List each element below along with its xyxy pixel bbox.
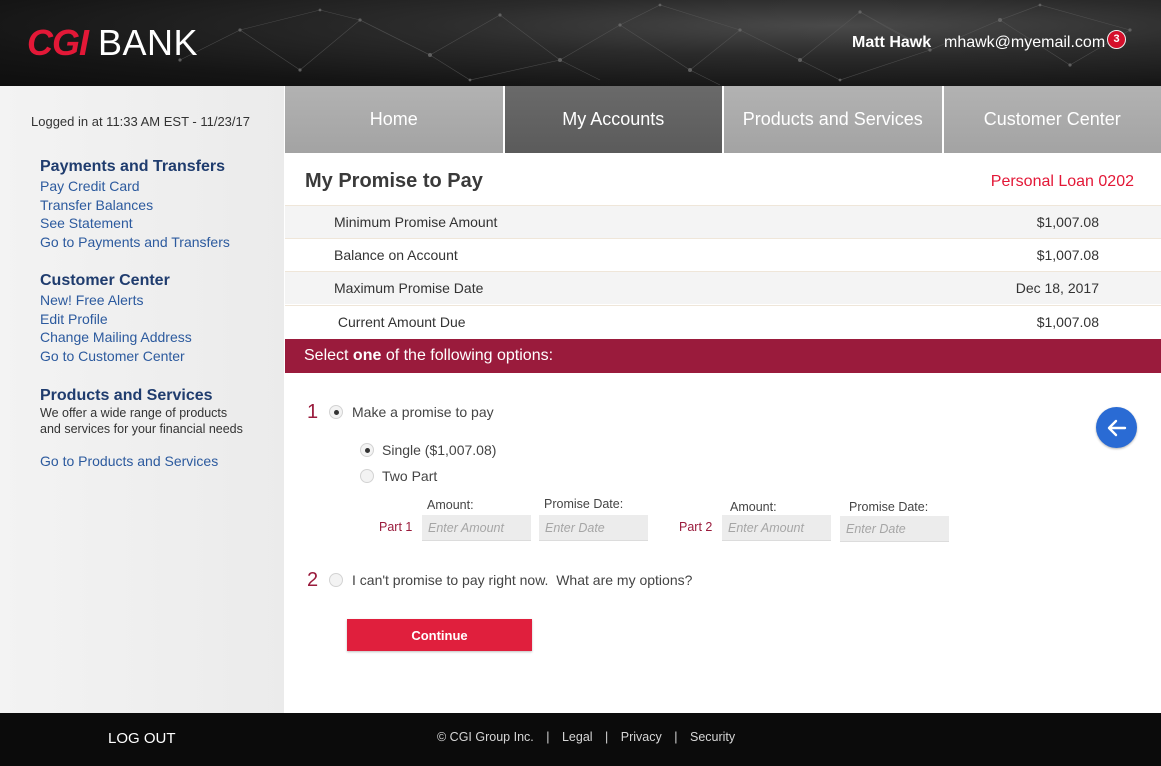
option-1-number: 1 xyxy=(307,401,319,423)
sidebar-products-description-1: We offer a wide range of products xyxy=(40,406,228,420)
footer-links: © CGI Group Inc. | Legal | Privacy | Sec… xyxy=(437,730,735,744)
info-value: $1,007.08 xyxy=(1036,247,1099,263)
two-part-label: Two Part xyxy=(382,468,438,484)
info-value: Dec 18, 2017 xyxy=(1015,280,1099,296)
option-2-number: 2 xyxy=(307,569,319,591)
info-label: Balance on Account xyxy=(334,247,458,263)
sidebar-heading-customer-center: Customer Center xyxy=(40,272,170,289)
sidebar: Logged in at 11:33 AM EST - 11/23/17 Pay… xyxy=(0,86,284,713)
part-2-label: Part 2 xyxy=(679,520,713,534)
options-bar-suffix: of the following options: xyxy=(381,347,554,364)
info-value: $1,007.08 xyxy=(1036,314,1099,330)
info-row-minimum-amount: Minimum Promise Amount $1,007.08 xyxy=(285,205,1161,238)
info-label: Current Amount Due xyxy=(334,314,466,330)
part-2-amount-input[interactable] xyxy=(722,515,831,541)
continue-button[interactable]: Continue xyxy=(347,619,532,651)
account-label: Personal Loan 0202 xyxy=(990,173,1134,190)
tab-my-accounts[interactable]: My Accounts xyxy=(504,86,722,153)
sidebar-link-see-statement[interactable]: See Statement xyxy=(40,214,230,233)
option-2-label: I can't promise to pay right now. What a… xyxy=(352,572,693,588)
footer-separator: | xyxy=(546,730,550,744)
single-payment-label: Single ($1,007.08) xyxy=(382,442,497,458)
options-bar-prefix: Select xyxy=(304,347,353,364)
part-1-date-label: Promise Date: xyxy=(544,497,624,511)
user-name: Matt Hawk xyxy=(852,34,932,51)
part-1-label: Part 1 xyxy=(379,520,413,534)
info-label: Maximum Promise Date xyxy=(334,280,484,296)
tab-products-and-services[interactable]: Products and Services xyxy=(724,86,942,153)
header: CGI BANK Matt Hawk mhawk@myemail.com 3 xyxy=(0,0,1161,86)
option-1-radio[interactable] xyxy=(329,405,343,419)
footer-link-security[interactable]: Security xyxy=(690,730,735,744)
sidebar-link-change-address[interactable]: Change Mailing Address xyxy=(40,328,192,347)
footer-separator: | xyxy=(674,730,678,744)
footer-separator: | xyxy=(605,730,609,744)
logout-button[interactable]: LOG OUT xyxy=(108,730,176,747)
sidebar-section-customer-center: Customer Center New! Free Alerts Edit Pr… xyxy=(40,271,192,365)
footer: LOG OUT © CGI Group Inc. | Legal | Priva… xyxy=(0,713,1161,766)
tab-home[interactable]: Home xyxy=(285,86,503,153)
part-1-amount-input[interactable] xyxy=(422,515,531,541)
back-button[interactable] xyxy=(1096,407,1137,448)
main-content: My Promise to Pay Personal Loan 0202 Min… xyxy=(285,153,1161,713)
footer-copyright: © CGI Group Inc. xyxy=(437,730,534,744)
single-payment-radio[interactable] xyxy=(360,443,374,457)
footer-link-legal[interactable]: Legal xyxy=(562,730,593,744)
sidebar-link-edit-profile[interactable]: Edit Profile xyxy=(40,310,192,329)
info-value: $1,007.08 xyxy=(1036,214,1099,230)
sidebar-link-free-alerts[interactable]: New! Free Alerts xyxy=(40,291,192,310)
notification-badge[interactable]: 3 xyxy=(1107,30,1126,49)
sidebar-link-go-to-products[interactable]: Go to Products and Services xyxy=(40,452,243,471)
sidebar-link-pay-credit-card[interactable]: Pay Credit Card xyxy=(40,177,230,196)
footer-link-privacy[interactable]: Privacy xyxy=(621,730,662,744)
user-email: mhawk@myemail.com xyxy=(944,34,1106,51)
sidebar-section-payments: Payments and Transfers Pay Credit Card T… xyxy=(40,157,230,251)
info-row-current-due: Current Amount Due $1,007.08 xyxy=(285,305,1161,338)
part-1-date-input[interactable] xyxy=(539,515,648,541)
logo-primary: CGI xyxy=(27,22,89,63)
option-2-radio[interactable] xyxy=(329,573,343,587)
sidebar-heading-products: Products and Services xyxy=(40,387,213,404)
tab-customer-center[interactable]: Customer Center xyxy=(943,86,1161,153)
options-bar: Select one of the following options: xyxy=(285,339,1161,373)
info-row-balance: Balance on Account $1,007.08 xyxy=(285,238,1161,271)
part-1-amount-label: Amount: xyxy=(427,498,474,512)
sidebar-products-description-2: and services for your financial needs xyxy=(40,421,243,436)
info-row-maximum-date: Maximum Promise Date Dec 18, 2017 xyxy=(285,271,1161,304)
part-2-amount-label: Amount: xyxy=(730,500,777,514)
info-label: Minimum Promise Amount xyxy=(334,214,498,230)
options-bar-emphasis: one xyxy=(352,347,382,364)
logged-in-status: Logged in at 11:33 AM EST - 11/23/17 xyxy=(31,114,250,129)
sidebar-link-transfer-balances[interactable]: Transfer Balances xyxy=(40,196,230,215)
bank-logo[interactable]: CGI BANK xyxy=(27,20,198,66)
sidebar-link-go-to-payments[interactable]: Go to Payments and Transfers xyxy=(40,233,230,252)
two-part-radio[interactable] xyxy=(360,469,374,483)
sidebar-heading-payments: Payments and Transfers xyxy=(40,158,225,175)
logo-secondary: BANK xyxy=(98,22,199,63)
part-2-date-input[interactable] xyxy=(840,516,949,542)
page-title: My Promise to Pay xyxy=(305,170,483,192)
sidebar-section-products: Products and Services We offer a wide ra… xyxy=(40,386,243,471)
main-nav: Home My Accounts Products and Services C… xyxy=(285,86,1161,153)
arrow-left-icon xyxy=(1107,419,1126,436)
sidebar-link-go-to-customer-center[interactable]: Go to Customer Center xyxy=(40,347,192,366)
option-1-label: Make a promise to pay xyxy=(352,404,494,420)
part-2-date-label: Promise Date: xyxy=(849,500,929,514)
